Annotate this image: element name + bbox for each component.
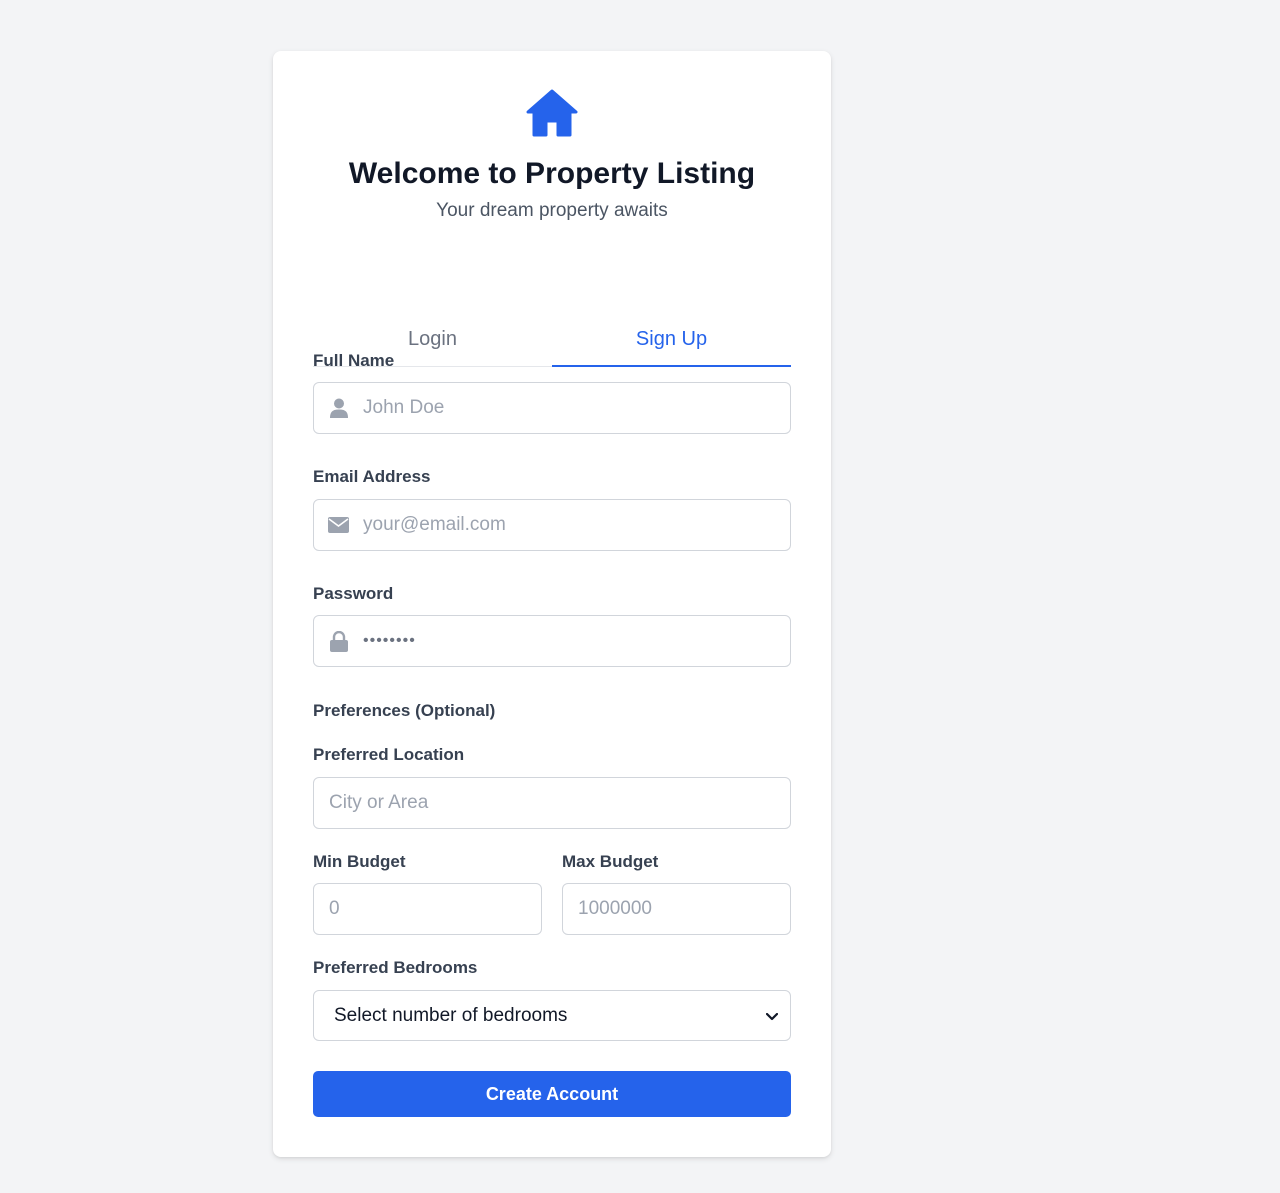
full-name-field[interactable]: John Doe (313, 382, 791, 434)
bedrooms-label: Preferred Bedrooms (313, 958, 478, 977)
lock-icon (314, 630, 363, 652)
page-subtitle: Your dream property awaits (436, 200, 668, 221)
password-placeholder: •••••••• (363, 632, 416, 649)
location-label: Preferred Location (313, 745, 465, 764)
email-label: Email Address (313, 467, 431, 486)
max-budget-label: Max Budget (562, 852, 659, 871)
signup-card: Welcome to Property Listing Your dream p… (273, 51, 831, 1157)
tab-sign-up[interactable]: Sign Up (552, 313, 791, 367)
user-icon (314, 398, 363, 418)
password-field[interactable]: •••••••• (313, 615, 791, 667)
preferences-heading: Preferences (Optional) (313, 701, 496, 720)
location-input[interactable]: City or Area (313, 777, 791, 829)
max-budget-placeholder: 1000000 (578, 898, 652, 919)
max-budget-input[interactable]: 1000000 (562, 883, 791, 935)
bedrooms-selected-value: Select number of bedrooms (334, 1004, 568, 1026)
min-budget-label: Min Budget (313, 852, 406, 871)
password-label: Password (313, 584, 394, 603)
bedrooms-select[interactable]: Select number of bedrooms (313, 990, 791, 1041)
min-budget-placeholder: 0 (329, 898, 340, 919)
envelope-icon (314, 517, 363, 533)
full-name-placeholder: John Doe (363, 397, 445, 418)
min-budget-input[interactable]: 0 (313, 883, 542, 935)
email-placeholder: your@email.com (363, 514, 506, 535)
house-icon (526, 89, 578, 137)
create-account-button[interactable]: Create Account (313, 1071, 791, 1117)
chevron-down-icon (765, 1005, 779, 1027)
full-name-label: Full Name (313, 351, 395, 370)
page-title: Welcome to Property Listing (348, 157, 756, 190)
location-placeholder: City or Area (329, 792, 429, 813)
email-field[interactable]: your@email.com (313, 499, 791, 551)
